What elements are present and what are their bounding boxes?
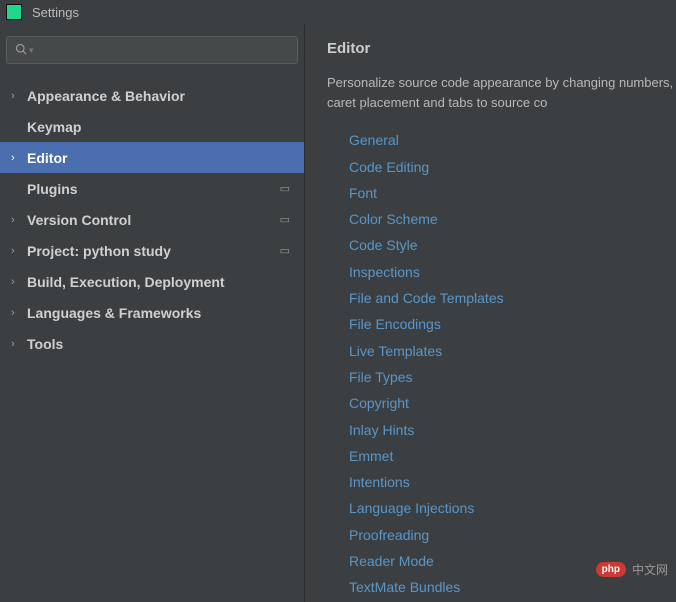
- sidebar-item-version-control[interactable]: ›Version Control ▭: [0, 204, 304, 235]
- subpage-link-general[interactable]: General: [349, 127, 676, 153]
- watermark-text: 中文网: [632, 561, 668, 578]
- search-wrap: ▾: [0, 36, 304, 74]
- sidebar-item-languages-frameworks[interactable]: ›Languages & Frameworks: [0, 297, 304, 328]
- search-box[interactable]: ▾: [6, 36, 298, 64]
- sidebar-item-plugins[interactable]: ›Plugins▭: [0, 173, 304, 204]
- page-description: Personalize source code appearance by ch…: [327, 73, 676, 113]
- sidebar-item-label: Appearance & Behavior: [27, 88, 185, 104]
- sidebar-item-tools[interactable]: ›Tools: [0, 328, 304, 359]
- settings-sidebar: ▾ ›Appearance & Behavior›Keymap›Editor›P…: [0, 24, 305, 602]
- subpage-link-emmet[interactable]: Emmet: [349, 443, 676, 469]
- subpage-link-live-templates[interactable]: Live Templates: [349, 338, 676, 364]
- titlebar: Settings: [0, 0, 676, 24]
- project-scope-icon: ▭: [280, 213, 290, 226]
- content-area: ▾ ›Appearance & Behavior›Keymap›Editor›P…: [0, 24, 676, 602]
- search-icon: [15, 43, 27, 58]
- project-scope-icon: ▭: [280, 182, 290, 195]
- sidebar-item-label: Version Control: [27, 212, 131, 228]
- sidebar-item-label: Build, Execution, Deployment: [27, 274, 225, 290]
- subpage-link-inlay-hints[interactable]: Inlay Hints: [349, 417, 676, 443]
- subpage-link-textmate-bundles[interactable]: TextMate Bundles: [349, 574, 676, 600]
- chevron-right-icon: ›: [11, 90, 27, 102]
- chevron-right-icon: ›: [11, 245, 27, 257]
- sidebar-item-project-python-study[interactable]: ›Project: python study ▭: [0, 235, 304, 266]
- chevron-right-icon: ›: [11, 152, 27, 164]
- page-title: Editor: [327, 40, 676, 57]
- sidebar-item-keymap[interactable]: ›Keymap: [0, 111, 304, 142]
- subpage-link-file-and-code-templates[interactable]: File and Code Templates: [349, 285, 676, 311]
- subpage-link-color-scheme[interactable]: Color Scheme: [349, 206, 676, 232]
- subpage-link-font[interactable]: Font: [349, 180, 676, 206]
- sidebar-item-label: Tools: [27, 336, 63, 352]
- settings-tree: ›Appearance & Behavior›Keymap›Editor›Plu…: [0, 74, 304, 359]
- subpage-link-copyright[interactable]: Copyright: [349, 390, 676, 416]
- chevron-right-icon: ›: [11, 338, 27, 350]
- sidebar-item-label: Keymap: [27, 119, 81, 135]
- subpage-link-file-types[interactable]: File Types: [349, 364, 676, 390]
- watermark: php 中文网: [596, 561, 668, 578]
- subpage-link-code-style[interactable]: Code Style: [349, 232, 676, 258]
- subpage-link-file-encodings[interactable]: File Encodings: [349, 311, 676, 337]
- search-input[interactable]: [38, 43, 289, 58]
- sidebar-item-label: Editor: [27, 150, 67, 166]
- subpage-link-proofreading[interactable]: Proofreading: [349, 522, 676, 548]
- subpage-links: GeneralCode EditingFontColor SchemeCode …: [327, 127, 676, 600]
- sidebar-item-editor[interactable]: ›Editor: [0, 142, 304, 173]
- search-dropdown-icon[interactable]: ▾: [29, 45, 34, 56]
- chevron-right-icon: ›: [11, 307, 27, 319]
- sidebar-item-label: Languages & Frameworks: [27, 305, 201, 321]
- chevron-right-icon: ›: [11, 214, 27, 226]
- main-panel: Editor Personalize source code appearanc…: [305, 24, 676, 602]
- sidebar-item-build-execution-deployment[interactable]: ›Build, Execution, Deployment: [0, 266, 304, 297]
- subpage-link-inspections[interactable]: Inspections: [349, 259, 676, 285]
- watermark-badge: php: [596, 562, 626, 577]
- window-title: Settings: [32, 5, 79, 20]
- sidebar-item-appearance-behavior[interactable]: ›Appearance & Behavior: [0, 80, 304, 111]
- sidebar-item-label: Project: python study: [27, 243, 171, 259]
- subpage-link-code-editing[interactable]: Code Editing: [349, 154, 676, 180]
- project-scope-icon: ▭: [280, 244, 290, 257]
- app-icon: [6, 4, 22, 20]
- subpage-link-intentions[interactable]: Intentions: [349, 469, 676, 495]
- chevron-right-icon: ›: [11, 276, 27, 288]
- sidebar-item-label: Plugins: [27, 181, 78, 197]
- subpage-link-language-injections[interactable]: Language Injections: [349, 495, 676, 521]
